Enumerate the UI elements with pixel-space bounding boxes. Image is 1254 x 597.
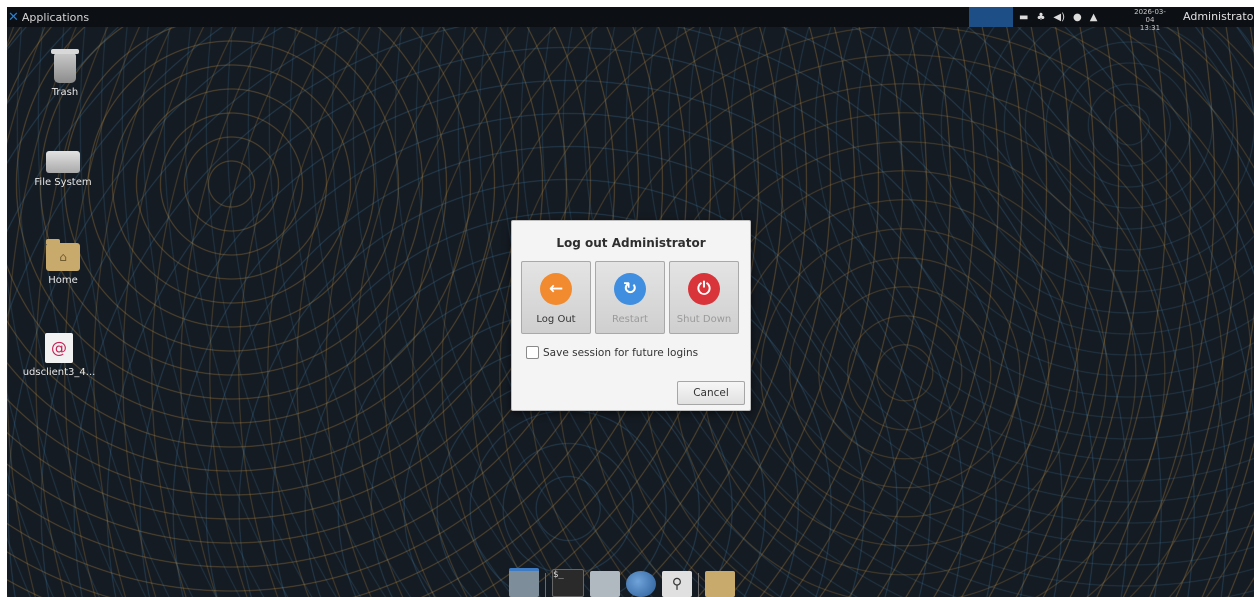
save-session-row[interactable]: Save session for future logins <box>526 346 698 359</box>
desktop-icon-label: Trash <box>51 87 79 98</box>
app-finder-icon[interactable]: ⚲ <box>662 571 692 597</box>
power-icon: ⏻ <box>688 273 720 305</box>
save-session-checkbox[interactable] <box>526 346 539 359</box>
dock-separator <box>545 573 546 597</box>
web-browser-icon[interactable] <box>626 571 656 597</box>
folder-icon[interactable] <box>705 571 735 597</box>
network-icon[interactable]: ♣ <box>1036 12 1045 23</box>
desktop: ✕ Applications ▬ ♣ ◀) ● ▲ 2026-03-04 13:… <box>7 7 1254 597</box>
applications-label: Applications <box>21 10 90 24</box>
save-session-label: Save session for future logins <box>543 346 699 359</box>
file-manager-icon[interactable] <box>590 571 620 597</box>
desktop-icon-label: Home <box>48 275 78 286</box>
log-out-button[interactable]: ← Log Out <box>521 261 591 334</box>
xfce-logo-icon: ✕ <box>8 9 19 25</box>
active-workspace-indicator[interactable] <box>969 7 1013 27</box>
log-out-label: Log Out <box>536 314 576 325</box>
system-tray: ▬ ♣ ◀) ● ▲ <box>1019 7 1097 27</box>
restart-button[interactable]: ↻ Restart <box>595 261 665 334</box>
clock-time: 13:31 <box>1139 24 1161 32</box>
clock-date: 2026-03-04 <box>1134 8 1166 24</box>
notification-icon[interactable]: ▲ <box>1090 12 1098 23</box>
desktop-icon-trash[interactable]: Trash <box>25 49 105 98</box>
dialog-title: Log out Administrator <box>556 236 706 250</box>
desktop-icon-label: File System <box>34 177 92 188</box>
desktop-icon-udsclient[interactable]: @ udsclient3_4... <box>19 333 99 378</box>
dock: $_ ⚲ <box>509 568 735 597</box>
terminal-icon[interactable]: $_ <box>552 569 584 597</box>
shut-down-button[interactable]: ⏻ Shut Down <box>669 261 739 334</box>
restart-icon: ↻ <box>614 273 646 305</box>
trash-icon <box>51 49 79 83</box>
update-icon[interactable]: ● <box>1073 12 1082 23</box>
desktop-icon-home[interactable]: ⌂ Home <box>23 239 103 286</box>
home-folder-icon: ⌂ <box>46 239 80 271</box>
logout-arrow-icon: ← <box>540 273 572 305</box>
desktop-icon-label: udsclient3_4... <box>22 367 96 378</box>
clock[interactable]: 2026-03-04 13:31 <box>1130 8 1170 32</box>
debian-package-icon: @ <box>45 333 73 363</box>
desktop-icon-file-system[interactable]: File System <box>23 151 103 188</box>
dock-separator <box>698 573 699 597</box>
drive-icon <box>46 151 80 173</box>
cancel-button[interactable]: Cancel <box>677 381 745 405</box>
shut-down-label: Shut Down <box>676 314 732 325</box>
keyboard-icon[interactable]: ▬ <box>1019 12 1028 23</box>
user-menu[interactable]: Administrator <box>1183 10 1254 23</box>
show-desktop-icon[interactable] <box>509 568 539 597</box>
top-panel: ✕ Applications ▬ ♣ ◀) ● ▲ 2026-03-04 13:… <box>7 7 1254 32</box>
restart-label: Restart <box>612 314 648 325</box>
applications-menu[interactable]: ✕ Applications <box>7 7 89 27</box>
volume-icon[interactable]: ◀) <box>1053 12 1065 23</box>
logout-dialog: Log out Administrator ← Log Out ↻ Restar… <box>511 220 751 411</box>
